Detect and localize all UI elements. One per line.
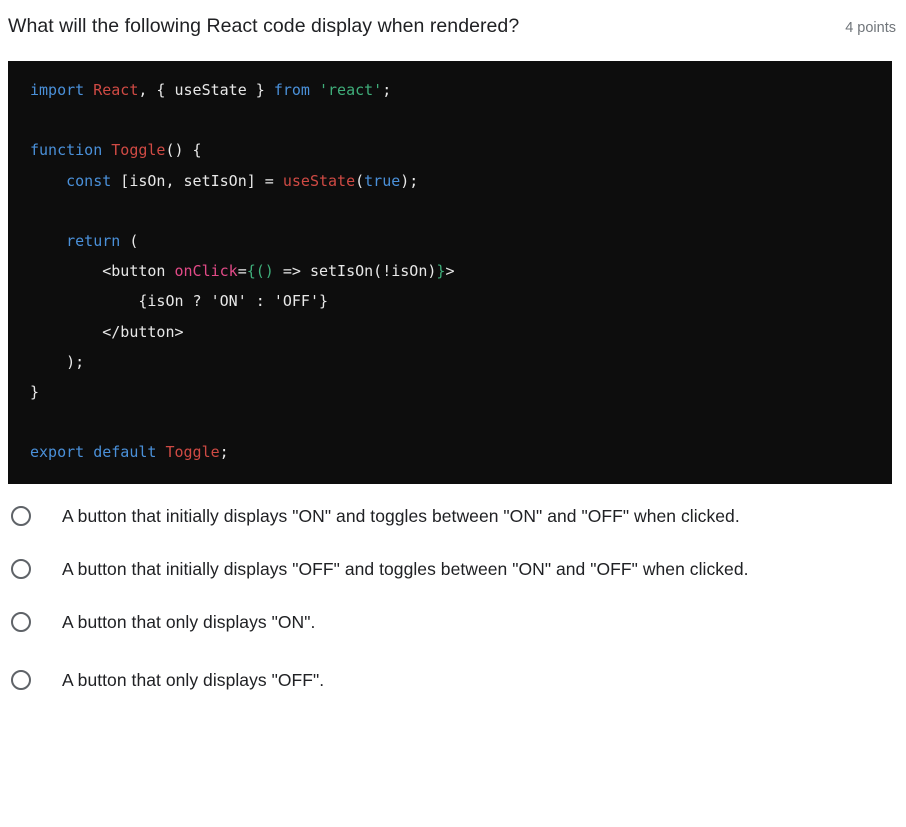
code-token-plain: </button> (30, 322, 184, 341)
code-snippet-block: import React, { useState } from 'react';… (8, 61, 892, 484)
code-token-attr: onClick (174, 262, 238, 281)
question-header: What will the following React code displ… (0, 0, 906, 41)
code-line: import React, { useState } from 'react'; (8, 75, 892, 105)
code-token-str: 'react' (319, 81, 383, 99)
code-line: } (8, 377, 892, 407)
code-token-ident: Toggle (165, 443, 220, 462)
radio-button-icon[interactable] (11, 669, 31, 690)
code-line: return ( (8, 226, 892, 256)
answer-option-label: A button that initially displays "OFF" a… (62, 558, 749, 579)
code-token-ident: React (93, 81, 139, 99)
code-line: export default Toggle; (8, 437, 892, 467)
answer-option-label: A button that only displays "ON". (62, 611, 316, 632)
code-token-plain: = (237, 262, 247, 281)
code-line: {isOn ? 'ON' : 'OFF'} (8, 286, 892, 316)
code-token-plain: } (30, 383, 40, 402)
code-token-plain: ; (382, 81, 392, 99)
code-line: function Toggle() { (8, 135, 892, 165)
code-token-kw: return (66, 232, 121, 251)
radio-button-icon[interactable] (11, 558, 31, 579)
answer-option-2[interactable]: A button that initially displays "OFF" a… (0, 553, 892, 589)
code-token-plain: () { (165, 141, 202, 160)
code-token-kw: function (30, 141, 103, 160)
points-badge: 4 points (845, 20, 896, 36)
code-token-brace: {() (246, 262, 274, 281)
code-line: const [isOn, setIsOn] = useState(true); (8, 166, 892, 196)
code-token-plain: ); (400, 171, 419, 190)
code-token-plain: [isOn, setIsOn] = (111, 171, 283, 190)
code-token-plain: , { useState } (138, 81, 274, 99)
code-token-plain: ; (219, 443, 229, 462)
code-token-plain: <button (30, 262, 175, 281)
code-token-plain: ( (355, 171, 365, 190)
code-token-plain: ); (30, 352, 85, 371)
answer-option-4[interactable]: A button that only displays "OFF". (0, 664, 892, 700)
code-token-ident: Toggle (111, 141, 166, 160)
quiz-question-page: What will the following React code displ… (0, 0, 906, 827)
code-token-plain: {isOn ? 'ON' : 'OFF'} (30, 292, 329, 311)
radio-button-icon[interactable] (11, 611, 31, 632)
answer-option-1[interactable]: A button that initially displays "ON" an… (0, 500, 892, 536)
code-token-plain: ( (120, 232, 139, 251)
answer-options-list: A button that initially displays "ON" an… (0, 500, 906, 700)
code-token-kw: from (273, 81, 310, 99)
code-token-plain: > (445, 262, 455, 281)
page-title: What will the following React code displ… (8, 15, 520, 37)
code-token-kw: import (30, 81, 85, 99)
code-token-kw: export (30, 443, 85, 462)
answer-option-label: A button that initially displays "ON" an… (62, 505, 740, 526)
code-line: </button> (8, 317, 892, 347)
code-token-kw: const (66, 171, 112, 190)
code-token-kw: true (364, 171, 401, 190)
code-token-kw: default (93, 443, 157, 462)
radio-button-icon[interactable] (11, 505, 31, 526)
code-lines-container: import React, { useState } from 'react';… (8, 75, 892, 468)
code-token-plain: => setIsOn(!isOn) (273, 262, 437, 281)
code-line: ); (8, 347, 892, 377)
code-line: <button onClick={() => setIsOn(!isOn)}> (8, 256, 892, 286)
code-token-ident: useState (282, 171, 356, 190)
answer-option-3[interactable]: A button that only displays "ON". (0, 606, 892, 642)
answer-option-label: A button that only displays "OFF". (62, 669, 325, 690)
